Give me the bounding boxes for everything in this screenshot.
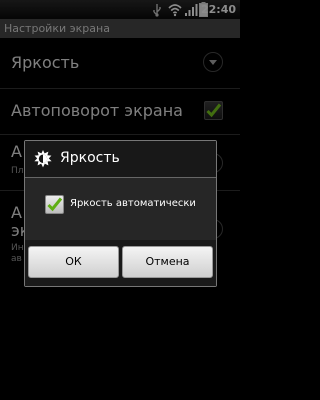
cancel-button[interactable]: Отмена — [122, 246, 213, 278]
brightness-icon — [34, 150, 52, 172]
dialog-title: Яркость — [60, 150, 120, 166]
auto-brightness-checkbox[interactable] — [45, 195, 64, 214]
ok-button[interactable]: ОК — [28, 246, 119, 278]
auto-brightness-label[interactable]: Яркость автоматически — [70, 198, 196, 209]
dialog-footer: ОК Отмена — [25, 240, 216, 286]
dialog-content: Яркость автоматически — [25, 178, 216, 240]
brightness-dialog: Яркость Яркость автоматически ОК Отмена — [24, 140, 217, 287]
dialog-header: Яркость — [25, 141, 216, 177]
